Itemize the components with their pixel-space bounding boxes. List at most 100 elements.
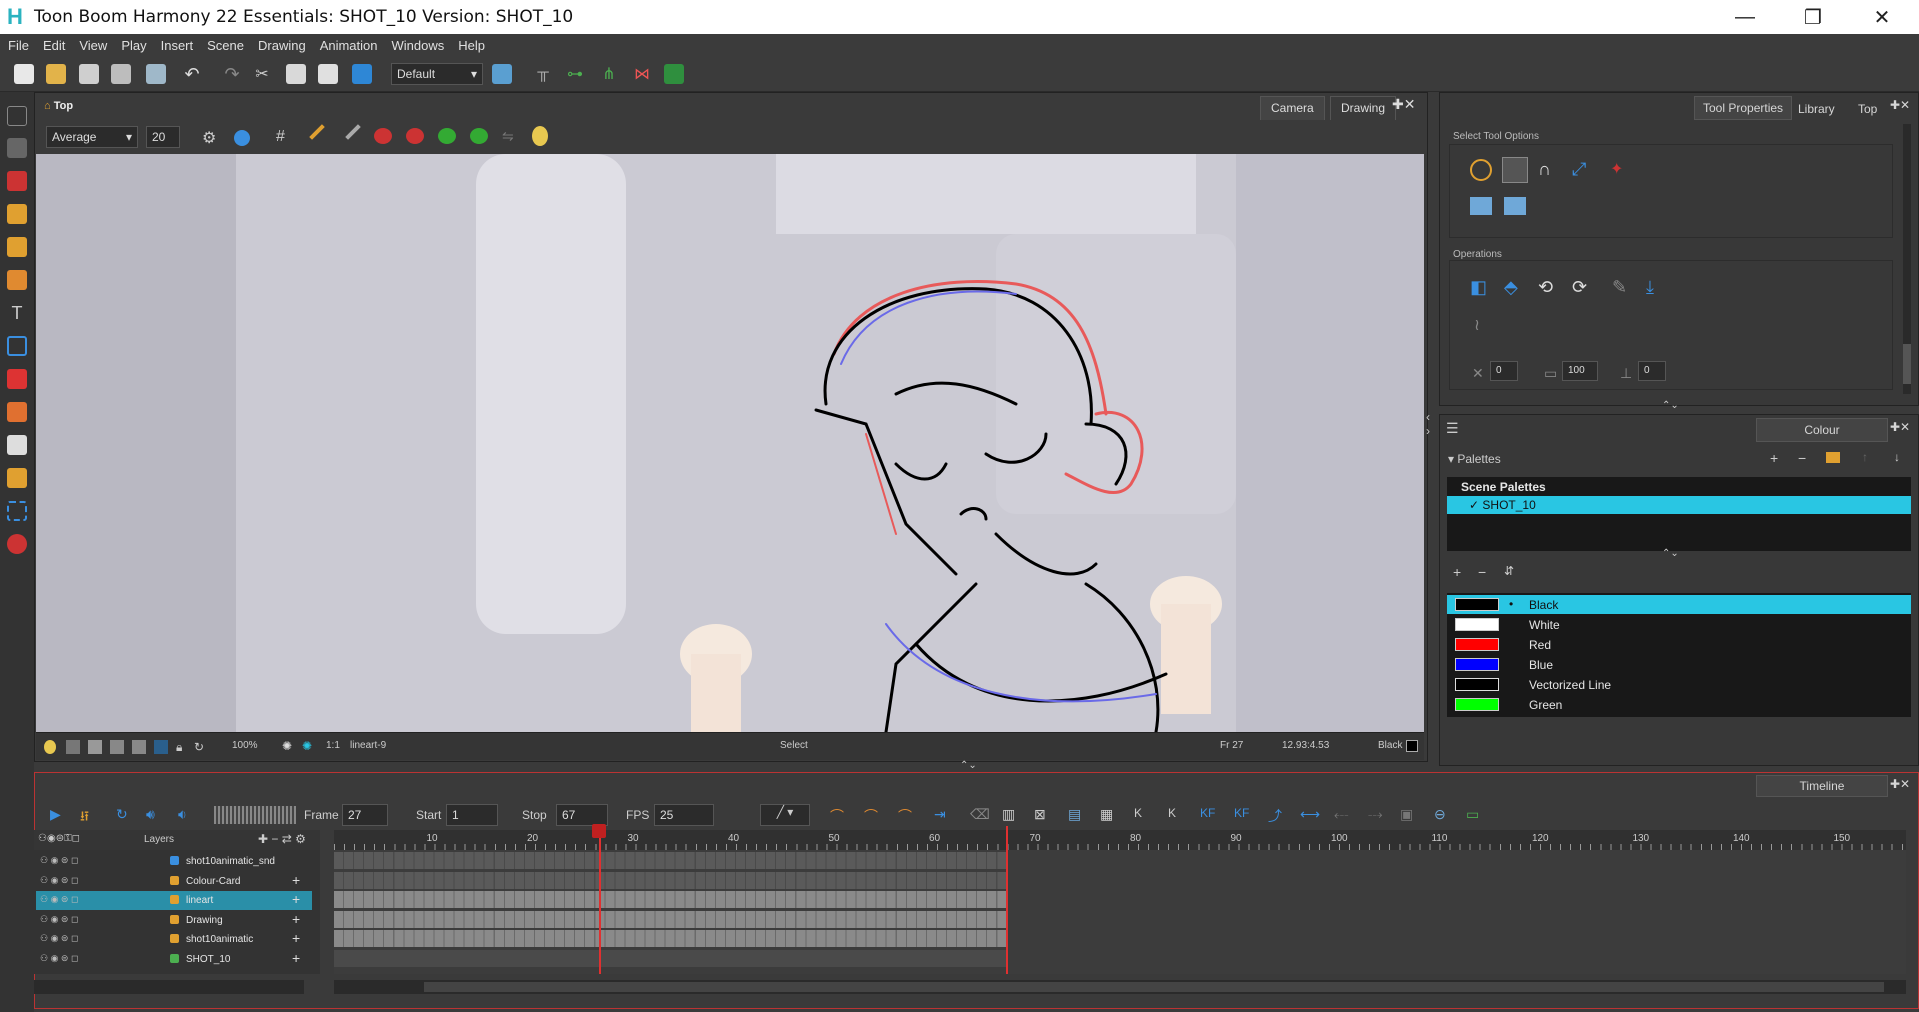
- ease-both-icon[interactable]: ⌒: [898, 806, 912, 826]
- layer-toggle-icons[interactable]: ⚇◉⊜⚿◻: [38, 833, 80, 844]
- new-drawing-icon[interactable]: ▦: [1100, 806, 1113, 823]
- workspace-manager-icon[interactable]: [492, 64, 512, 84]
- menu-insert[interactable]: Insert: [161, 38, 194, 53]
- reset-view-icon[interactable]: ↻: [194, 740, 204, 754]
- copy-icon[interactable]: [286, 64, 306, 84]
- previous-key-icon[interactable]: ⤎: [1334, 806, 1349, 823]
- angle-field[interactable]: 0: [1638, 361, 1666, 381]
- motion-path-icon[interactable]: ⤴: [1268, 806, 1282, 826]
- set-keyframe-icon[interactable]: K: [1134, 806, 1142, 820]
- cutter-tool-icon[interactable]: [7, 501, 27, 521]
- light-table-icon[interactable]: [374, 128, 392, 144]
- easy-flip-icon[interactable]: ⇋: [502, 128, 514, 145]
- paste-icon[interactable]: [318, 64, 338, 84]
- frame-ruler[interactable]: 10 20 30 40 50 60 70 80 90 100 110 120 130 140 150: [334, 830, 1906, 850]
- redo-icon[interactable]: ↷: [222, 64, 242, 84]
- duplicate-drawing-icon[interactable]: ⊠: [1034, 806, 1046, 823]
- menu-help[interactable]: Help: [458, 38, 485, 53]
- show-layer-icon[interactable]: [470, 128, 488, 144]
- mask-icon[interactable]: [154, 740, 168, 754]
- palette-item-shot10[interactable]: ✓ SHOT_10: [1447, 496, 1911, 514]
- add-child-icon[interactable]: +: [292, 911, 300, 927]
- rotate-cw-icon[interactable]: ⟳: [1572, 277, 1587, 298]
- undo-icon[interactable]: ↶: [182, 64, 202, 84]
- triangle-down-icon[interactable]: ▾: [1448, 452, 1454, 466]
- dropper-tool-icon[interactable]: [7, 402, 27, 422]
- drawing-viewport[interactable]: [36, 154, 1424, 732]
- flip-horizontal-icon[interactable]: ◧: [1470, 277, 1487, 298]
- colour-item[interactable]: • Black: [1447, 595, 1911, 614]
- ease-out-icon[interactable]: ⌒: [864, 806, 878, 826]
- tab-tool-properties[interactable]: Tool Properties: [1694, 96, 1793, 120]
- start-field[interactable]: 1: [446, 804, 498, 826]
- minimize-button[interactable]: —: [1715, 0, 1775, 34]
- folder-icon[interactable]: [1826, 452, 1840, 463]
- layer-toggles-icon[interactable]: ⚇ ◉ ⊜ ◻: [40, 914, 78, 925]
- menu-view[interactable]: View: [79, 38, 107, 53]
- layer-track[interactable]: [334, 852, 1008, 869]
- ease-in-icon[interactable]: ⌒: [830, 806, 844, 826]
- size-field[interactable]: 20: [146, 126, 180, 148]
- field-chart-icon[interactable]: [132, 740, 146, 754]
- safe-area-icon[interactable]: [88, 740, 102, 754]
- colour-item[interactable]: Vectorized Line: [1447, 675, 1911, 694]
- stamp-tool-icon[interactable]: [7, 237, 27, 257]
- animate-mode-icon[interactable]: [664, 64, 684, 84]
- flatten-icon[interactable]: ⤓: [1646, 277, 1654, 298]
- render-icon[interactable]: [352, 64, 372, 84]
- render-update-icon[interactable]: ✺: [302, 739, 312, 753]
- resize-icon[interactable]: ⤢: [1572, 159, 1586, 180]
- pencil-tool-icon[interactable]: [7, 204, 27, 224]
- apply-to-all-icon[interactable]: [1470, 197, 1492, 215]
- lasso-icon[interactable]: [1470, 159, 1492, 181]
- layer-toggles-icon[interactable]: ⚇ ◉ ⊜ ◻: [40, 933, 78, 944]
- new-scene-icon[interactable]: [14, 64, 34, 84]
- zoom-level[interactable]: 100%: [232, 740, 258, 751]
- eraser-tool-icon[interactable]: [7, 270, 27, 290]
- colour-item[interactable]: Green: [1447, 695, 1911, 714]
- add-layer-icon[interactable]: ✚ − ⇄ ⚙: [258, 832, 306, 846]
- menu-animation[interactable]: Animation: [320, 38, 378, 53]
- paint-tool-icon[interactable]: [7, 369, 27, 389]
- close-button[interactable]: ✕: [1852, 0, 1912, 34]
- remove-colour-icon[interactable]: −: [1478, 564, 1486, 580]
- move-up-icon[interactable]: ↑: [1862, 450, 1868, 464]
- scene-length-icon[interactable]: ▭: [1466, 806, 1479, 823]
- collapse-arrows-icon[interactable]: ⌃⌄: [1662, 548, 1679, 559]
- hand-tool-icon[interactable]: [7, 435, 27, 455]
- layer-track[interactable]: [334, 910, 1008, 928]
- playback-speed-slider[interactable]: [214, 806, 296, 824]
- smooth-icon[interactable]: ✎: [1612, 277, 1627, 298]
- collapse-arrows-icon[interactable]: ⌃⌄: [1662, 400, 1679, 411]
- brush-tool-icon[interactable]: [7, 171, 27, 191]
- layer-track[interactable]: [334, 930, 1008, 947]
- interpolation-select[interactable]: ╱ ▾: [760, 804, 810, 826]
- collapse-arrows-icon[interactable]: ⌃⌄: [960, 760, 977, 771]
- smoothing-select[interactable]: Average ▾: [46, 126, 138, 148]
- panel-add-close-icon[interactable]: ✚✕: [1890, 420, 1910, 434]
- layer-toggles-icon[interactable]: ⚇ ◉ ⊜ ◻: [40, 953, 78, 964]
- tab-drawing[interactable]: Drawing: [1330, 96, 1397, 120]
- layer-toggles-icon[interactable]: ⚇ ◉ ⊜ ◻: [40, 875, 78, 886]
- node-tree-icon[interactable]: ⋔: [599, 64, 619, 84]
- timeline-scrollbar[interactable]: [334, 980, 1906, 994]
- workspace-select[interactable]: Default ▾: [391, 63, 483, 85]
- constant-segment-icon[interactable]: ⟷: [1300, 806, 1320, 823]
- render-preview-icon[interactable]: ✺: [282, 739, 292, 753]
- extend-exposure-icon[interactable]: ⇥: [934, 806, 946, 823]
- menu-file[interactable]: File: [8, 38, 29, 53]
- add-child-icon[interactable]: +: [292, 950, 300, 966]
- layer-row[interactable]: ⚇ ◉ ⊜ ◻ Drawing +: [36, 911, 312, 930]
- tool-properties-scrollbar[interactable]: [1903, 124, 1911, 394]
- tab-colour[interactable]: Colour: [1756, 418, 1888, 442]
- colour-item[interactable]: White: [1447, 615, 1911, 634]
- transform-tool-icon[interactable]: [7, 468, 27, 488]
- gear-icon[interactable]: ⚙: [202, 128, 216, 148]
- optimize-icon[interactable]: ≀: [1474, 315, 1480, 335]
- sound-icon[interactable]: 🔊︎: [146, 806, 155, 823]
- loop-icon[interactable]: ↻: [116, 806, 128, 823]
- node-insert-icon[interactable]: ⊶: [565, 64, 585, 84]
- play-selection-icon[interactable]: ⭿: [80, 806, 89, 830]
- insert-blank-icon[interactable]: ▥: [1002, 806, 1015, 823]
- save-all-icon[interactable]: [146, 64, 166, 84]
